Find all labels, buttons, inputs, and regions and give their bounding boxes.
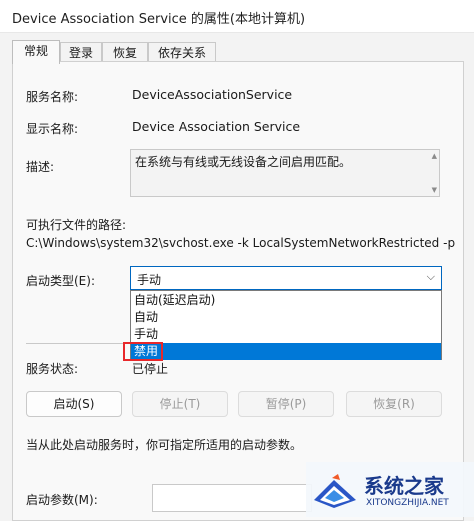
tab-recovery[interactable]: 恢复: [102, 42, 148, 62]
description-label: 描述:: [26, 160, 55, 174]
service-status-value: 已停止: [132, 362, 169, 376]
watermark-url: XITONGZHIJIA.NET: [366, 498, 449, 508]
tab-dependencies[interactable]: 依存关系: [148, 42, 216, 62]
option-auto[interactable]: 自动: [131, 309, 441, 326]
title-bar: Device Association Service 的属性(本地计算机): [0, 0, 474, 33]
divider: [26, 343, 126, 344]
service-name-value: DeviceAssociationService: [132, 87, 293, 102]
exe-path-label: 可执行文件的路径:: [26, 218, 127, 232]
description-box[interactable]: 在系统与有线或无线设备之间启用匹配。 ▲ ▼: [130, 149, 440, 197]
window-title: Device Association Service 的属性(本地计算机): [12, 12, 306, 27]
start-button[interactable]: 启动(S): [26, 391, 122, 417]
start-params-input[interactable]: [152, 484, 312, 512]
stop-button[interactable]: 停止(T): [132, 391, 228, 417]
tab-logon[interactable]: 登录: [60, 42, 102, 62]
description-text: 在系统与有线或无线设备之间启用匹配。: [135, 155, 352, 169]
resume-button[interactable]: 恢复(R): [346, 391, 442, 417]
option-auto-delayed[interactable]: 自动(延迟启动): [131, 292, 441, 309]
service-name-label: 服务名称:: [26, 90, 79, 104]
chevron-down-icon: ⌵: [426, 270, 435, 283]
display-name-label: 显示名称:: [26, 122, 79, 136]
startup-type-value: 手动: [137, 273, 162, 287]
service-status-label: 服务状态:: [26, 362, 79, 376]
startup-type-select[interactable]: 手动 ⌵: [130, 266, 442, 290]
display-name-value: Device Association Service: [132, 119, 301, 134]
exe-path-value: C:\Windows\system32\svchost.exe -k Local…: [26, 236, 456, 250]
option-disabled[interactable]: 禁用: [131, 343, 441, 360]
tab-bar: 常规 登录 恢复 依存关系: [0, 32, 474, 64]
scroll-down-arrow-icon[interactable]: ▼: [432, 186, 437, 194]
startup-type-label: 启动类型(E):: [26, 274, 95, 288]
pause-button[interactable]: 暂停(P): [238, 391, 334, 417]
option-manual[interactable]: 手动: [131, 326, 441, 343]
watermark-name: 系统之家: [364, 474, 444, 498]
watermark-logo-icon: [314, 474, 356, 508]
start-params-hint: 当从此处启动服务时，你可指定所适用的启动参数。: [26, 438, 303, 452]
tab-general[interactable]: 常规: [12, 40, 60, 64]
start-params-label: 启动参数(M):: [26, 493, 98, 507]
highlight-annotation-box: [123, 342, 163, 361]
scroll-up-arrow-icon[interactable]: ▲: [432, 152, 437, 160]
startup-type-dropdown: 自动(延迟启动) 自动 手动 禁用: [130, 290, 442, 360]
